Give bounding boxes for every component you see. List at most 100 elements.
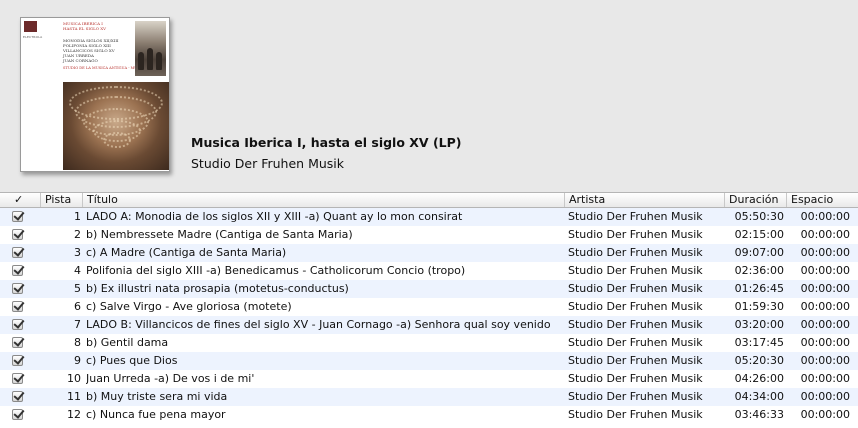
track-space: 00:00:00 [800,408,850,421]
track-artist: Studio Der Fruhen Musik [568,264,703,277]
track-duration: 02:36:00 [734,264,784,277]
label-logo-icon [24,21,37,32]
track-title: b) Ex illustri nata prosapia (motetus-co… [86,282,349,295]
track-space: 00:00:00 [800,282,850,295]
cover-line: HASTA EL SIGLO XV [63,26,107,31]
track-title: b) Muy triste sera mi vida [86,390,228,403]
album-header: ELECTROLA MUSICA IBERICA I HASTA EL SIGL… [0,0,858,192]
track-artist: Studio Der Fruhen Musik [568,228,703,241]
album-artist: Studio Der Fruhen Musik [191,156,344,171]
track-checkbox[interactable] [12,391,23,402]
track-checkbox[interactable] [12,409,23,420]
table-row[interactable]: 10 Juan Urreda -a) De vos i de mi' Studio … [0,370,858,388]
cover-photo-architecture [63,82,169,170]
track-number: 4 [74,264,81,277]
table-row[interactable]: 7 LADO B: Villancicos de fines del siglo … [0,316,858,334]
track-duration: 09:07:00 [734,246,784,259]
table-row[interactable]: 12 c) Nunca fue pena mayor Studio Der Fruh… [0,406,858,424]
track-space: 00:00:00 [800,390,850,403]
column-header-duration[interactable]: Duración [725,193,787,207]
track-space: 00:00:00 [800,300,850,313]
track-number: 11 [67,390,81,403]
track-checkbox[interactable] [12,373,23,384]
track-checkbox[interactable] [12,355,23,366]
column-header-track[interactable]: Pista [41,193,83,207]
track-title: Juan Urreda -a) De vos i de mi' [86,372,255,385]
track-title: Polifonia del siglo XIII -a) Benedicamus… [86,264,466,277]
track-title: LADO A: Monodia de los siglos XII y XIII… [86,210,463,223]
track-title: c) Pues que Dios [86,354,178,367]
track-title: c) Nunca fue pena mayor [86,408,226,421]
track-space: 00:00:00 [800,228,850,241]
track-number: 7 [74,318,81,331]
track-checkbox[interactable] [12,319,23,330]
track-number: 5 [74,282,81,295]
track-artist: Studio Der Fruhen Musik [568,390,703,403]
track-number: 3 [74,246,81,259]
track-artist: Studio Der Fruhen Musik [568,408,703,421]
track-artist: Studio Der Fruhen Musik [568,318,703,331]
track-artist: Studio Der Fruhen Musik [568,372,703,385]
track-number: 10 [67,372,81,385]
track-title: LADO B: Villancicos de fines del siglo X… [86,318,551,331]
column-header-title[interactable]: Título [83,193,565,207]
track-checkbox[interactable] [12,301,23,312]
track-checkbox[interactable] [12,283,23,294]
track-artist: Studio Der Fruhen Musik [568,354,703,367]
table-row[interactable]: 3 c) A Madre (Cantiga de Santa Maria) Stud… [0,244,858,262]
track-number: 12 [67,408,81,421]
table-row[interactable]: 9 c) Pues que Dios Studio Der Fruhen Musik… [0,352,858,370]
album-title: Musica Iberica I, hasta el siglo XV (LP) [191,135,462,150]
table-row[interactable]: 8 b) Gentil dama Studio Der Fruhen Musik 03… [0,334,858,352]
track-checkbox[interactable] [12,247,23,258]
table-row[interactable]: 11 b) Muy triste sera mi vida Studio Der F… [0,388,858,406]
track-artist: Studio Der Fruhen Musik [568,300,703,313]
table-header: ✓ Pista Título Artista Duración Espacio [0,192,858,208]
track-number: 8 [74,336,81,349]
table-row[interactable]: 4 Polifonia del siglo XIII -a) Benedicamu… [0,262,858,280]
track-space: 00:00:00 [800,246,850,259]
track-artist: Studio Der Fruhen Musik [568,282,703,295]
track-number: 6 [74,300,81,313]
track-space: 00:00:00 [800,264,850,277]
table-row[interactable]: 5 b) Ex illustri nata prosapia (motetus-c… [0,280,858,298]
column-header-artist[interactable]: Artista [565,193,725,207]
track-checkbox[interactable] [12,265,23,276]
track-duration: 03:46:33 [734,408,784,421]
cover-line: JUAN CORNAGO [63,58,98,63]
track-artist: Studio Der Fruhen Musik [568,336,703,349]
track-duration: 04:34:00 [734,390,784,403]
track-duration: 03:17:45 [734,336,784,349]
column-header-check[interactable]: ✓ [0,193,41,207]
cover-photo-musicians [135,21,166,76]
track-duration: 01:59:30 [734,300,784,313]
track-number: 2 [74,228,81,241]
table-row[interactable]: 6 c) Salve Virgo - Ave gloriosa (motete) S… [0,298,858,316]
track-duration: 02:15:00 [734,228,784,241]
label-logo-text: ELECTROLA [23,35,43,39]
track-checkbox[interactable] [12,229,23,240]
track-number: 9 [74,354,81,367]
track-duration: 03:20:00 [734,318,784,331]
track-title: b) Gentil dama [86,336,169,349]
track-space: 00:00:00 [800,210,850,223]
column-header-space[interactable]: Espacio [787,193,858,207]
track-artist: Studio Der Fruhen Musik [568,210,703,223]
track-title: c) A Madre (Cantiga de Santa Maria) [86,246,287,259]
track-space: 00:00:00 [800,318,850,331]
table-row[interactable]: 1 LADO A: Monodia de los siglos XII y XII… [0,208,858,226]
track-duration: 05:20:30 [734,354,784,367]
track-artist: Studio Der Fruhen Musik [568,246,703,259]
album-cover[interactable]: ELECTROLA MUSICA IBERICA I HASTA EL SIGL… [20,17,170,172]
track-checkbox[interactable] [12,337,23,348]
track-checkbox[interactable] [12,211,23,222]
track-number: 1 [74,210,81,223]
track-duration: 05:50:30 [734,210,784,223]
track-space: 00:00:00 [800,354,850,367]
track-title: b) Nembressete Madre (Cantiga de Santa M… [86,228,353,241]
track-duration: 04:26:00 [734,372,784,385]
track-duration: 01:26:45 [734,282,784,295]
table-row[interactable]: 2 b) Nembressete Madre (Cantiga de Santa … [0,226,858,244]
track-space: 00:00:00 [800,336,850,349]
track-space: 00:00:00 [800,372,850,385]
